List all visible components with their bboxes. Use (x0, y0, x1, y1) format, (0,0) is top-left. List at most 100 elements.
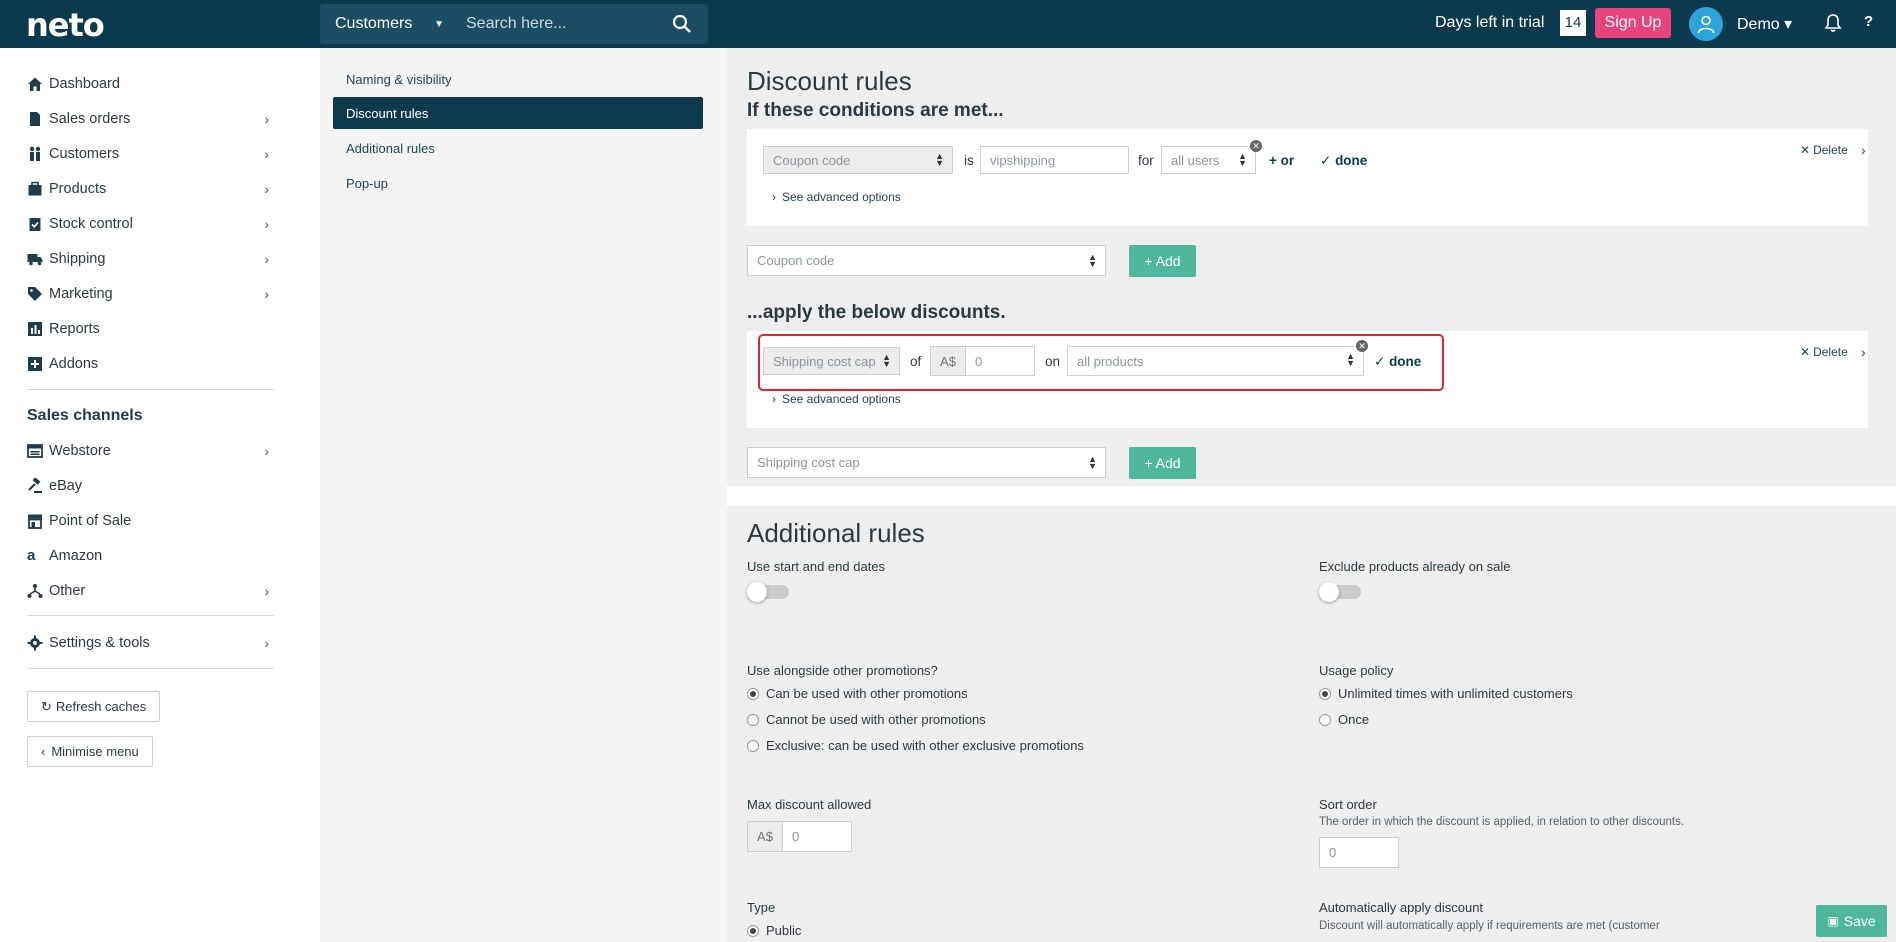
search-input[interactable] (466, 15, 666, 33)
sidebar-item-webstore[interactable]: Webstore › (27, 439, 275, 463)
search-icon[interactable] (672, 14, 692, 34)
sort-order-placeholder: 0 (1329, 845, 1337, 860)
sidebar-item-label: Products (49, 181, 107, 197)
alongside-option-cannot[interactable]: Cannot be used with other promotions (747, 712, 986, 727)
search-scope-label: Customers (335, 15, 413, 32)
see-advanced-options-link[interactable]: › See advanced options (772, 190, 901, 204)
or-condition-button[interactable]: + or (1269, 153, 1294, 168)
sidebar-item-products[interactable]: Products › (27, 177, 275, 201)
bell-icon[interactable] (1823, 13, 1843, 33)
additional-rules-section: Additional rules Use start and end dates… (727, 506, 1896, 942)
remove-condition-icon[interactable]: ✕ (1250, 140, 1262, 152)
submenu-item-discount-rules[interactable]: Discount rules (333, 97, 703, 129)
submenu-item-pop-up[interactable]: Pop-up (333, 167, 703, 199)
usage-option-unlimited[interactable]: Unlimited times with unlimited customers (1319, 686, 1573, 701)
users-select[interactable]: all users ▲ ▼ (1161, 146, 1256, 174)
coupon-code-input[interactable]: vipshipping (980, 146, 1129, 174)
sidebar-item-point-of-sale[interactable]: Point of Sale (27, 509, 275, 533)
refresh-icon: ↻ (41, 698, 52, 714)
trial-label: Days left in trial (1435, 14, 1545, 31)
usage-option-once[interactable]: Once (1319, 712, 1369, 727)
add-discount-select[interactable]: Shipping cost cap ▲ ▼ (747, 447, 1106, 478)
expand-discount-chevron-icon[interactable]: › (1861, 344, 1866, 360)
type-option-public[interactable]: Public (747, 923, 801, 938)
condition-field-value: Coupon code (773, 152, 851, 168)
user-menu[interactable]: Demo ▾ (1737, 14, 1792, 34)
sidebar-item-label: Customers (49, 146, 120, 162)
radio-label: Cannot be used with other promotions (766, 712, 986, 727)
see-advanced-options-link[interactable]: › See advanced options (772, 392, 901, 406)
sort-order-input[interactable]: 0 (1319, 837, 1399, 868)
condition-field-select[interactable]: Coupon code ▲ ▼ (763, 146, 953, 174)
submenu-item-additional-rules[interactable]: Additional rules (333, 132, 703, 164)
save-label: Save (1843, 913, 1876, 929)
sidebar-item-reports[interactable]: Reports (27, 317, 275, 341)
save-button[interactable]: ▣ Save (1816, 905, 1887, 937)
search-scope-dropdown[interactable]: Customers ▼ (320, 15, 458, 33)
sidebar-item-dashboard[interactable]: Dashboard (27, 72, 275, 96)
user-icon (1697, 15, 1715, 34)
delete-label: Delete (1813, 345, 1848, 359)
sort-arrows-icon: ▲ ▼ (1238, 151, 1247, 168)
chevron-right-icon: › (772, 392, 776, 406)
plus-square-icon (28, 357, 42, 371)
max-discount-placeholder: 0 (792, 829, 800, 844)
people-icon (29, 146, 41, 161)
neto-logo[interactable]: neto (26, 6, 105, 44)
sidebar-item-other[interactable]: Other › (27, 579, 275, 603)
radio-label: Unlimited times with unlimited customers (1338, 686, 1573, 701)
delete-condition-button[interactable]: ✕ Delete (1800, 143, 1848, 157)
condition-done-button[interactable]: ✓ done (1320, 153, 1367, 169)
chevron-right-icon: › (264, 286, 269, 302)
sidebar-item-marketing[interactable]: Marketing › (27, 282, 275, 306)
store-icon (28, 514, 42, 529)
alongside-option-exclusive[interactable]: Exclusive: can be used with other exclus… (747, 738, 1084, 753)
sidebar-item-shipping[interactable]: Shipping › (27, 247, 275, 271)
add-discount-select-value: Shipping cost cap (757, 455, 860, 470)
exclude-sale-toggle[interactable] (1319, 582, 1361, 602)
sidebar-item-label: Settings & tools (49, 635, 150, 651)
refresh-caches-button[interactable]: ↻ Refresh caches (27, 691, 161, 722)
radio-selected-icon (747, 687, 759, 700)
sidebar-item-label: eBay (49, 478, 83, 494)
condition-done-label: done (1335, 153, 1368, 168)
sidebar-item-label: Other (49, 583, 86, 599)
submenu-item-naming-visibility[interactable]: Naming & visibility (333, 63, 703, 95)
radio-selected-icon (747, 924, 759, 937)
usage-policy-label: Usage policy (1319, 663, 1394, 678)
expand-condition-chevron-icon[interactable]: › (1861, 142, 1866, 158)
sort-order-label: Sort order (1319, 797, 1377, 812)
sidebar-item-ebay[interactable]: eBay (27, 474, 275, 498)
sidebar-divider (27, 389, 274, 390)
chevron-right-icon: › (264, 443, 269, 459)
add-condition-select[interactable]: Coupon code ▲ ▼ (747, 245, 1106, 276)
additional-rules-title: Additional rules (747, 518, 925, 548)
radio-label: Exclusive: can be used with other exclus… (766, 738, 1084, 753)
sidebar-item-settings[interactable]: Settings & tools › (27, 631, 275, 655)
sidebar-item-customers[interactable]: Customers › (27, 142, 275, 166)
gavel-icon (28, 478, 42, 493)
start-end-dates-toggle[interactable] (747, 582, 789, 602)
max-discount-input[interactable]: 0 (782, 821, 852, 852)
user-avatar[interactable] (1689, 7, 1723, 41)
browser-window-icon (27, 444, 43, 458)
radio-unselected-icon (1319, 713, 1331, 726)
chevron-right-icon: › (772, 190, 776, 204)
condition-card: Coupon code ▲ ▼ is vipshipping for all us… (747, 129, 1868, 226)
add-discount-button[interactable]: + Add (1129, 447, 1196, 479)
sign-up-button[interactable]: Sign Up (1595, 8, 1671, 38)
sidebar-item-addons[interactable]: Addons (27, 352, 275, 376)
delete-discount-button[interactable]: ✕ Delete (1800, 345, 1848, 359)
minimise-menu-button[interactable]: ‹ Minimise menu (27, 736, 153, 767)
sidebar-item-sales-orders[interactable]: Sales orders › (27, 107, 275, 131)
close-icon: ✕ (1800, 143, 1811, 157)
is-label: is (964, 153, 974, 168)
help-icon[interactable]: ? (1864, 13, 1873, 30)
alongside-option-can[interactable]: Can be used with other promotions (747, 686, 968, 701)
see-advanced-label: See advanced options (782, 190, 901, 204)
users-value: all users (1171, 152, 1220, 168)
sidebar-item-amazon[interactable]: a Amazon (27, 544, 275, 568)
global-search: Customers ▼ (320, 4, 708, 44)
add-condition-button[interactable]: + Add (1129, 245, 1196, 277)
sidebar-item-stock-control[interactable]: Stock control › (27, 212, 275, 236)
